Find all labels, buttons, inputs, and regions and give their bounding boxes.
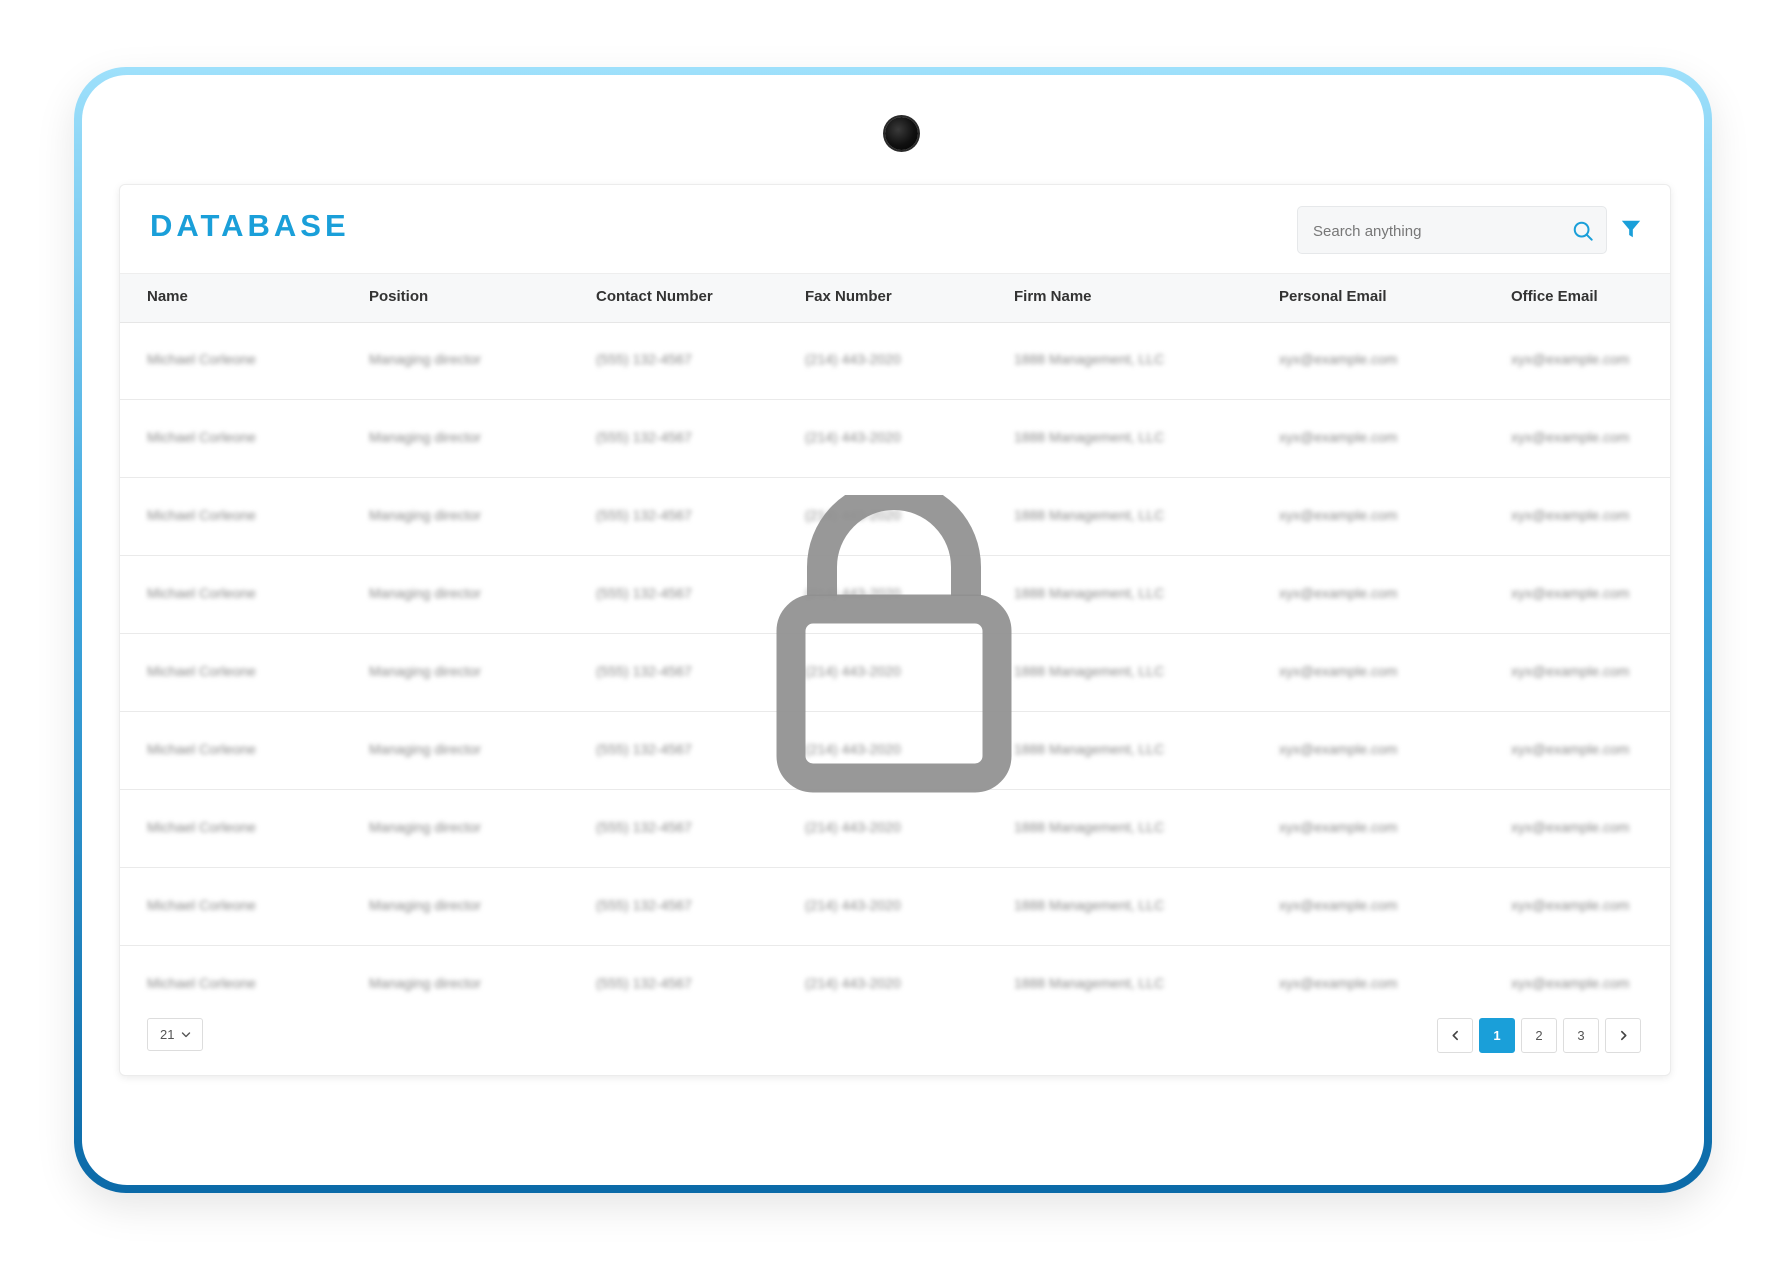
column-header-firm-name[interactable]: Firm Name	[1014, 288, 1092, 305]
cell-contact-number: (555) 132-4567	[596, 507, 692, 523]
page-button-1[interactable]: 1	[1479, 1018, 1515, 1053]
next-page-button[interactable]	[1605, 1018, 1641, 1053]
cell-office-email: xyx@example.com	[1511, 663, 1630, 679]
column-header-contact-number[interactable]: Contact Number	[596, 288, 713, 305]
column-header-personal-email[interactable]: Personal Email	[1279, 288, 1387, 305]
cell-fax-number: (214) 443-2020	[805, 897, 901, 913]
column-header-office-email[interactable]: Office Email	[1511, 288, 1598, 305]
search-box[interactable]	[1297, 206, 1607, 255]
cell-firm-name: 1888 Management, LLC	[1014, 429, 1165, 445]
cell-contact-number: (555) 132-4567	[596, 351, 692, 367]
cell-contact-number: (555) 132-4567	[596, 819, 692, 835]
table-row[interactable]: Michael Corleone Managing director (555)…	[120, 712, 1670, 790]
cell-fax-number: (214) 443-2020	[805, 975, 901, 991]
table-header-row: Name Position Contact Number Fax Number …	[120, 273, 1670, 323]
cell-name: Michael Corleone	[147, 429, 256, 445]
cell-fax-number: (214) 443-2020	[805, 663, 901, 679]
table-row[interactable]: Michael Corleone Managing director (555)…	[120, 790, 1670, 868]
cell-firm-name: 1888 Management, LLC	[1014, 585, 1165, 601]
cell-fax-number: (214) 443-2020	[805, 819, 901, 835]
cell-name: Michael Corleone	[147, 975, 256, 991]
cell-personal-email: xyx@example.com	[1279, 897, 1398, 913]
cell-fax-number: (214) 443-2020	[805, 351, 901, 367]
page-size-select[interactable]: 21	[147, 1018, 203, 1051]
page-button-3[interactable]: 3	[1563, 1018, 1599, 1053]
cell-firm-name: 1888 Management, LLC	[1014, 975, 1165, 991]
cell-contact-number: (555) 132-4567	[596, 663, 692, 679]
cell-personal-email: xyx@example.com	[1279, 429, 1398, 445]
cell-position: Managing director	[369, 351, 482, 367]
cell-position: Managing director	[369, 429, 482, 445]
cell-contact-number: (555) 132-4567	[596, 585, 692, 601]
cell-fax-number: (214) 443-2020	[805, 429, 901, 445]
camera-icon	[885, 117, 918, 150]
filter-icon[interactable]	[1620, 218, 1642, 240]
cell-firm-name: 1888 Management, LLC	[1014, 741, 1165, 757]
cell-name: Michael Corleone	[147, 819, 256, 835]
column-header-fax-number[interactable]: Fax Number	[805, 288, 892, 305]
cell-name: Michael Corleone	[147, 351, 256, 367]
logo: DATABASE	[150, 208, 350, 243]
cell-office-email: xyx@example.com	[1511, 585, 1630, 601]
cell-personal-email: xyx@example.com	[1279, 507, 1398, 523]
chevron-down-icon	[181, 1032, 191, 1038]
cell-position: Managing director	[369, 897, 482, 913]
cell-firm-name: 1888 Management, LLC	[1014, 507, 1165, 523]
cell-office-email: xyx@example.com	[1511, 351, 1630, 367]
cell-firm-name: 1888 Management, LLC	[1014, 351, 1165, 367]
cell-personal-email: xyx@example.com	[1279, 741, 1398, 757]
cell-contact-number: (555) 132-4567	[596, 975, 692, 991]
cell-office-email: xyx@example.com	[1511, 507, 1630, 523]
cell-office-email: xyx@example.com	[1511, 819, 1630, 835]
cell-name: Michael Corleone	[147, 585, 256, 601]
cell-firm-name: 1888 Management, LLC	[1014, 663, 1165, 679]
cell-office-email: xyx@example.com	[1511, 975, 1630, 991]
cell-contact-number: (555) 132-4567	[596, 741, 692, 757]
cell-position: Managing director	[369, 507, 482, 523]
cell-fax-number: (214) 443-2020	[805, 741, 901, 757]
page-button-2[interactable]: 2	[1521, 1018, 1557, 1053]
card-header: DATABASE	[120, 185, 1670, 273]
cell-position: Managing director	[369, 585, 482, 601]
chevron-right-icon	[1621, 1030, 1627, 1041]
table-row[interactable]: Michael Corleone Managing director (555)…	[120, 556, 1670, 634]
cell-position: Managing director	[369, 741, 482, 757]
cell-name: Michael Corleone	[147, 741, 256, 757]
cell-contact-number: (555) 132-4567	[596, 429, 692, 445]
table-row[interactable]: Michael Corleone Managing director (555)…	[120, 946, 1670, 1023]
cell-personal-email: xyx@example.com	[1279, 585, 1398, 601]
database-card: DATABASE Name Position Contact Number Fa…	[119, 184, 1671, 1076]
table-row[interactable]: Michael Corleone Managing director (555)…	[120, 634, 1670, 712]
cell-office-email: xyx@example.com	[1511, 429, 1630, 445]
search-input[interactable]	[1311, 207, 1565, 255]
cell-position: Managing director	[369, 819, 482, 835]
cell-fax-number: (214) 443-2020	[805, 507, 901, 523]
cell-personal-email: xyx@example.com	[1279, 975, 1398, 991]
table-row[interactable]: Michael Corleone Managing director (555)…	[120, 400, 1670, 478]
cell-personal-email: xyx@example.com	[1279, 351, 1398, 367]
column-header-name[interactable]: Name	[147, 288, 188, 305]
search-icon[interactable]	[1572, 220, 1594, 242]
column-header-position[interactable]: Position	[369, 288, 428, 305]
cell-name: Michael Corleone	[147, 507, 256, 523]
cell-personal-email: xyx@example.com	[1279, 819, 1398, 835]
cell-name: Michael Corleone	[147, 663, 256, 679]
chevron-left-icon	[1452, 1030, 1458, 1041]
cell-fax-number: (214) 443-2020	[805, 585, 901, 601]
cell-office-email: xyx@example.com	[1511, 897, 1630, 913]
cell-firm-name: 1888 Management, LLC	[1014, 819, 1165, 835]
cell-firm-name: 1888 Management, LLC	[1014, 897, 1165, 913]
cell-personal-email: xyx@example.com	[1279, 663, 1398, 679]
table-row[interactable]: Michael Corleone Managing director (555)…	[120, 322, 1670, 400]
table-row[interactable]: Michael Corleone Managing director (555)…	[120, 868, 1670, 946]
cell-office-email: xyx@example.com	[1511, 741, 1630, 757]
prev-page-button[interactable]	[1437, 1018, 1473, 1053]
table-row[interactable]: Michael Corleone Managing director (555)…	[120, 478, 1670, 556]
page-size-value: 21	[160, 1027, 175, 1042]
cell-contact-number: (555) 132-4567	[596, 897, 692, 913]
table-body: Michael Corleone Managing director (555)…	[120, 322, 1670, 1023]
cell-name: Michael Corleone	[147, 897, 256, 913]
cell-position: Managing director	[369, 975, 482, 991]
cell-position: Managing director	[369, 663, 482, 679]
